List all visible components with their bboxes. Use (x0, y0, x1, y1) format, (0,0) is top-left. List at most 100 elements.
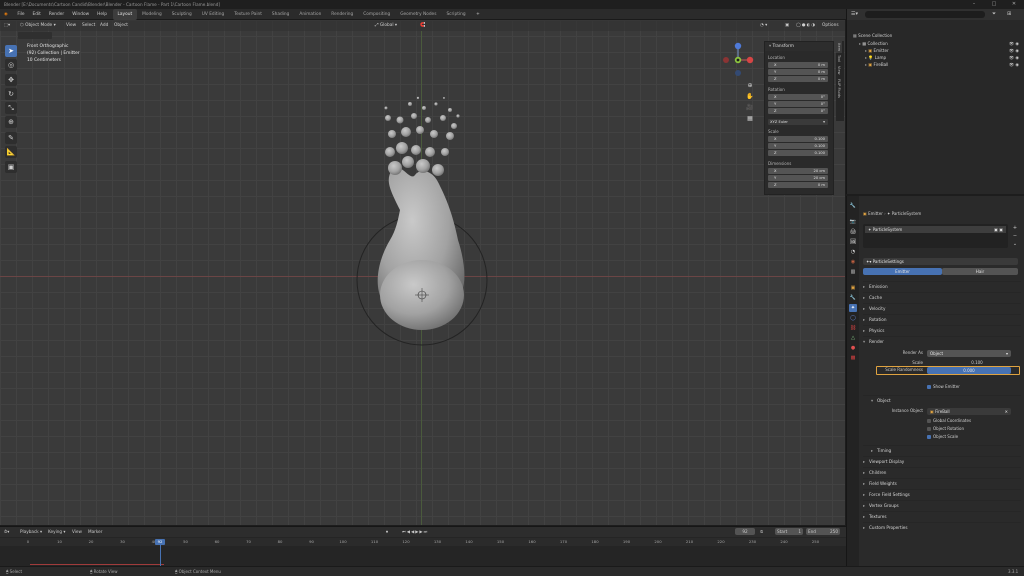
add-system-icon[interactable]: + (1011, 224, 1019, 232)
mode-selector[interactable]: ⬡ Object Mode ▾ (20, 20, 56, 31)
rotation-mode-select[interactable]: XYZ Euler ▾ (768, 119, 828, 125)
start-frame-field[interactable]: Start 1 (775, 528, 803, 535)
list-menu-icon[interactable]: ⌄ (1011, 240, 1019, 248)
camera-icon[interactable]: 🎥 (745, 102, 755, 113)
end-frame-field[interactable]: End 250 (806, 528, 840, 535)
playhead-frame[interactable]: 92 (155, 539, 165, 545)
section-render[interactable]: ▾ Render (863, 336, 1021, 346)
viewport-options[interactable]: Options (822, 20, 839, 31)
current-frame-field[interactable]: 92 (735, 528, 755, 535)
workspace-tab-texture-paint[interactable]: Texture Paint (229, 9, 267, 20)
add-workspace-button[interactable]: + (472, 9, 484, 20)
sidebar-tab-item[interactable]: Item (836, 41, 842, 54)
preview-range-icon[interactable]: ⏲ (760, 527, 763, 537)
timeline-editor-icon[interactable]: ⏱▾ (4, 527, 9, 537)
location-z-field[interactable]: Z0 m (768, 76, 828, 82)
outliner-item-emitter[interactable]: ▸ ▣ Emitter 👁 ◉ (847, 47, 1024, 54)
3d-viewport[interactable]: ⬚▾ ⬡ Object Mode ▾ View Select Add Objec… (0, 20, 845, 525)
section-emission[interactable]: ▸ Emission (863, 281, 1021, 291)
sidebar-tab-tool[interactable]: Tool (836, 53, 842, 64)
texture-tab-icon[interactable]: ▩ (849, 354, 857, 362)
new-collection-icon[interactable]: ⊞ (1007, 9, 1011, 20)
menu-file[interactable]: File (13, 9, 28, 20)
filter-icon[interactable]: ⏷ (992, 9, 996, 20)
object-scale-checkbox[interactable]: Object Scale (927, 433, 1017, 441)
workspace-tab-shading[interactable]: Shading (267, 9, 294, 20)
menu-render[interactable]: Render (45, 9, 68, 20)
menu-edit[interactable]: Edit (29, 9, 45, 20)
render-as-select[interactable]: Object ▾ (927, 350, 1011, 357)
object-tab-icon[interactable]: ▣ (849, 284, 857, 292)
workspace-tab-animation[interactable]: Animation (294, 9, 326, 20)
pan-hand-icon[interactable]: ✋ (745, 91, 755, 102)
scale-randomness-field[interactable]: 0.000 (927, 367, 1011, 374)
section-velocity[interactable]: ▸ Velocity (863, 303, 1021, 313)
navigation-gizmo[interactable] (720, 40, 756, 76)
collection-tab-icon[interactable]: ▥ (849, 268, 857, 276)
timeline-ruler[interactable]: 0 10 20 30 40 50 60 70 80 90 100 110 120 130 140 150 160… (0, 538, 846, 546)
workspace-tab-geometry-nodes[interactable]: Geometry Nodes (395, 9, 441, 20)
workspace-tab-rendering[interactable]: Rendering (326, 9, 358, 20)
grid-view-icon[interactable]: ▦ (745, 113, 755, 124)
particles-tab-icon[interactable]: ✦ (849, 304, 857, 312)
section-viewport-display[interactable]: ▸ Viewport Display (863, 456, 1021, 466)
viewport-menu-select[interactable]: Select (82, 20, 95, 31)
scale-y-field[interactable]: Y 0.100 (768, 143, 828, 149)
visibility-eye-icon[interactable]: 👁 ◉ (1009, 47, 1019, 54)
section-field-weights[interactable]: ▸ Field Weights (863, 478, 1021, 488)
type-hair-button[interactable]: Hair (942, 268, 1018, 275)
dimensions-z-field[interactable]: Z0 m (768, 182, 828, 188)
data-tab-icon[interactable]: △ (849, 334, 857, 342)
viewport-menu-add[interactable]: Add (100, 20, 108, 31)
type-emitter-button[interactable]: Emitter (863, 268, 942, 275)
outliner-item-fireball[interactable]: ▸ ▣ FireBall 👁 ◉ (847, 61, 1024, 68)
section-custom-properties[interactable]: ▸ Custom Properties (863, 522, 1021, 532)
maximize-icon[interactable]: □ (984, 0, 1004, 9)
material-tab-icon[interactable]: ● (849, 344, 857, 352)
outliner-search-input[interactable] (865, 11, 985, 18)
section-timing[interactable]: ▸ Timing (863, 445, 1021, 455)
modifier-tab-icon[interactable]: 🔧 (849, 294, 857, 302)
rotation-y-field[interactable]: Y 0° (768, 101, 828, 107)
workspace-tab-compositing[interactable]: Compositing (358, 9, 395, 20)
visibility-eye-icon[interactable]: 👁 ◉ (1009, 40, 1019, 47)
physics-tab-icon[interactable]: ◯ (849, 314, 857, 322)
section-cache[interactable]: ▸ Cache (863, 292, 1021, 302)
menu-window[interactable]: Window (68, 9, 93, 20)
workspace-tab-sculpting[interactable]: Sculpting (167, 9, 197, 20)
select-box-icon[interactable]: ➤ (5, 45, 17, 57)
overlay-icon[interactable]: ◔ ▾ (760, 20, 767, 31)
section-force-field-settings[interactable]: ▸ Force Field Settings (863, 489, 1021, 499)
playback-controls[interactable]: ⏮◀◀▶▶⏭ (402, 527, 428, 537)
cursor-icon[interactable]: ◎ (5, 59, 17, 71)
timeline-menu-playback[interactable]: Playback ▾ (20, 527, 42, 537)
rotate-icon[interactable]: ↻ (5, 88, 17, 100)
move-icon[interactable]: ✥ (5, 74, 17, 86)
list-toggle-icons[interactable]: ▣ ▣ (994, 226, 1006, 233)
world-tab-icon[interactable]: ◉ (849, 258, 857, 266)
section-vertex-groups[interactable]: ▸ Vertex Groups (863, 500, 1021, 510)
minimize-icon[interactable]: – (964, 0, 984, 9)
outliner-root[interactable]: ▦ Scene Collection (847, 32, 1024, 39)
particle-system-list-item[interactable]: ✦ ParticleSystem ▣ ▣ (865, 226, 1006, 233)
scale-z-field[interactable]: Z 0.100 (768, 150, 828, 156)
sidebar-tab-view[interactable]: View (836, 64, 842, 77)
scale-icon[interactable]: ⤡ (5, 102, 17, 114)
dimensions-x-field[interactable]: X 20 cm (768, 168, 828, 174)
workspace-tab-uv-editing[interactable]: UV Editing (197, 9, 229, 20)
selection-mode-buttons[interactable] (18, 32, 52, 39)
record-icon[interactable]: ⏺ (386, 527, 388, 537)
section-physics[interactable]: ▸ Physics (863, 325, 1021, 335)
menu-help[interactable]: Help (93, 9, 111, 20)
sidebar-tab-flip-fluids[interactable]: FLIP Fluids (836, 77, 842, 100)
show-emitter-checkbox[interactable]: Show Emitter (927, 383, 1007, 391)
scene-tab-icon[interactable]: ◔ (849, 248, 857, 256)
xray-icon[interactable]: ▣ (785, 20, 789, 31)
visibility-eye-icon[interactable]: 👁 ◉ (1009, 61, 1019, 68)
add-cube-icon[interactable]: ▣ (5, 161, 17, 173)
rotation-z-field[interactable]: Z 0° (768, 108, 828, 114)
annotate-icon[interactable]: ✎ (5, 132, 17, 144)
workspace-tab-layout[interactable]: Layout (112, 9, 138, 20)
close-icon[interactable]: ✕ (1004, 0, 1024, 9)
timeline-menu-view[interactable]: View (72, 527, 82, 537)
